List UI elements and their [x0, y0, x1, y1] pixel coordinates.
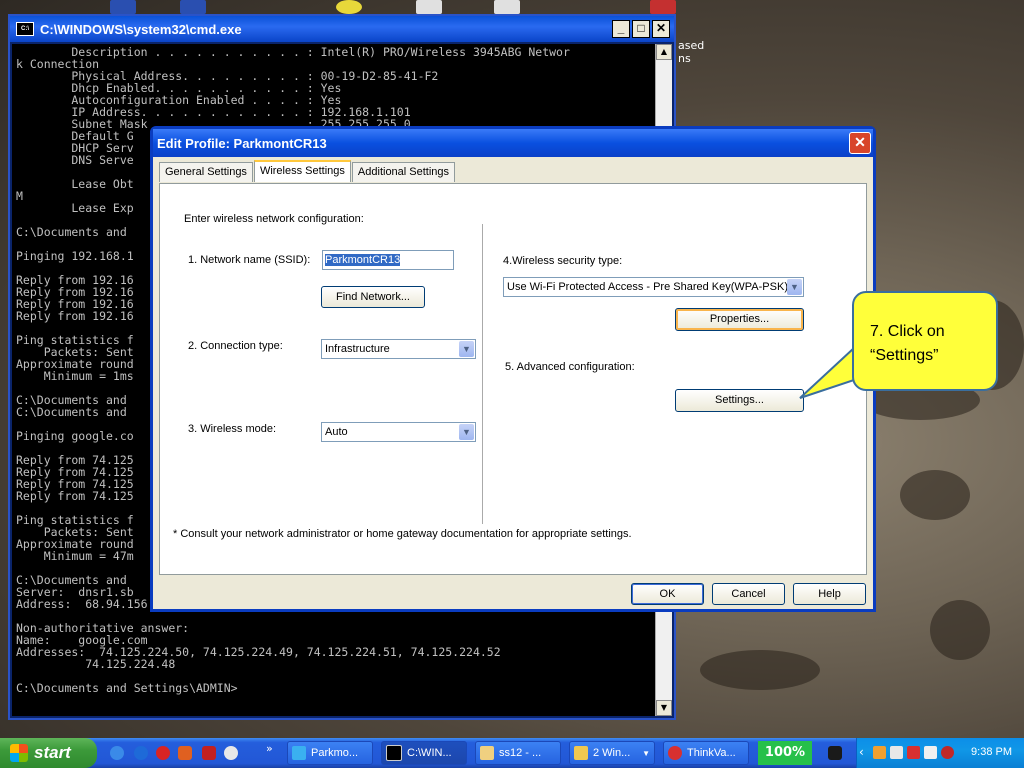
instruction-callout: 7. Click on “Settings”	[852, 291, 998, 391]
security-shield-icon[interactable]	[941, 746, 954, 759]
tray-icon[interactable]	[924, 746, 937, 759]
desktop-icon[interactable]	[110, 0, 136, 14]
tray-icon[interactable]	[890, 746, 903, 759]
acrobat-icon[interactable]	[202, 746, 216, 760]
windows-logo-icon	[10, 744, 28, 762]
start-label: start	[34, 743, 71, 762]
find-network-button[interactable]: Find Network...	[321, 286, 425, 308]
connection-type-select[interactable]: Infrastructure ▼	[321, 339, 476, 359]
wireless-settings-panel: Enter wireless network configuration: 1.…	[159, 183, 867, 575]
ssid-input[interactable]: ParkmontCR13	[322, 250, 454, 270]
desktop-icon[interactable]	[180, 0, 206, 14]
cmd-icon: C:\	[16, 22, 34, 36]
wireless-mode-label: 3. Wireless mode:	[188, 423, 277, 435]
security-type-label: 4.Wireless security type:	[503, 255, 623, 267]
ok-button[interactable]: OK	[631, 583, 704, 605]
taskbar: start » Parkmo... C:\WIN... ss12 - ... 2…	[0, 738, 1024, 768]
network-icon	[292, 746, 306, 760]
chevron-down-icon[interactable]: ▼	[459, 341, 474, 357]
desktop-text: ns	[678, 52, 691, 65]
dialog-titlebar[interactable]: Edit Profile: ParkmontCR13 ✕	[153, 129, 873, 157]
callout-line-1: 7. Click on	[870, 323, 945, 340]
minimize-button[interactable]: _	[612, 20, 630, 38]
task-label: ThinkVa...	[687, 747, 736, 759]
ie-icon[interactable]	[110, 746, 124, 760]
cmd-titlebar[interactable]: C:\ C:\WINDOWS\system32\cmd.exe _ □ ✕	[10, 16, 674, 42]
dialog-title: Edit Profile: ParkmontCR13	[157, 135, 327, 151]
paint-icon	[480, 746, 494, 760]
clock-app-icon[interactable]	[156, 746, 170, 760]
app-icon[interactable]	[178, 746, 192, 760]
desktop-icon[interactable]	[494, 0, 520, 14]
cmd-icon	[386, 745, 402, 761]
media-icon[interactable]	[224, 746, 238, 760]
desktop-text: ased	[678, 39, 705, 52]
callout-line-2: “Settings”	[870, 347, 939, 364]
tray-icon[interactable]	[873, 746, 886, 759]
task-label: Parkmo...	[311, 747, 359, 759]
wireless-mode-value: Auto	[325, 426, 348, 438]
tab-general-settings[interactable]: General Settings	[159, 162, 253, 182]
task-ss12[interactable]: ss12 - ...	[475, 741, 561, 765]
task-parkmont[interactable]: Parkmo...	[287, 741, 373, 765]
vertical-divider	[482, 224, 483, 524]
settings-button[interactable]: Settings...	[675, 389, 804, 412]
tab-wireless-settings[interactable]: Wireless Settings	[253, 160, 351, 182]
start-button[interactable]: start	[0, 738, 97, 768]
task-label: C:\WIN...	[407, 747, 452, 759]
folder-icon	[574, 746, 588, 760]
scroll-up-icon[interactable]: ▲	[656, 44, 672, 60]
intro-label: Enter wireless network configuration:	[184, 213, 364, 225]
edit-profile-dialog: Edit Profile: ParkmontCR13 ✕ General Set…	[150, 126, 876, 612]
dialog-close-button[interactable]: ✕	[849, 132, 871, 154]
zoom-indicator[interactable]: 100%	[758, 741, 812, 765]
task-windows-group[interactable]: 2 Win... ▼	[569, 741, 655, 765]
scroll-down-icon[interactable]: ▼	[656, 700, 672, 716]
system-tray: ‹ 9:38 PM	[856, 738, 1024, 768]
clock[interactable]: 9:38 PM	[971, 746, 1012, 758]
quicklaunch-more-icon[interactable]: »	[266, 742, 273, 755]
task-cmd[interactable]: C:\WIN...	[381, 741, 467, 765]
desktop-icon[interactable]	[416, 0, 442, 14]
browser-icon[interactable]	[134, 746, 148, 760]
ssid-label: 1. Network name (SSID):	[188, 254, 311, 266]
tray-expand-icon[interactable]: ‹	[859, 745, 864, 759]
tab-strip: General Settings Wireless Settings Addit…	[159, 160, 456, 182]
thinkvantage-icon	[668, 746, 682, 760]
chevron-down-icon: ▼	[642, 748, 650, 758]
advanced-config-label: 5. Advanced configuration:	[505, 361, 635, 373]
chevron-down-icon[interactable]: ▼	[787, 279, 802, 295]
cancel-button[interactable]: Cancel	[712, 583, 785, 605]
wireless-mode-select[interactable]: Auto ▼	[321, 422, 476, 442]
connection-type-value: Infrastructure	[325, 343, 390, 355]
chevron-down-icon[interactable]: ▼	[459, 424, 474, 440]
maximize-button[interactable]: □	[632, 20, 650, 38]
security-type-select[interactable]: Use Wi-Fi Protected Access - Pre Shared …	[503, 277, 804, 297]
task-label: 2 Win...	[593, 747, 631, 759]
ssid-value: ParkmontCR13	[325, 254, 401, 266]
desktop-icon[interactable]	[336, 0, 362, 14]
tab-additional-settings[interactable]: Additional Settings	[351, 162, 456, 182]
footnote: * Consult your network administrator or …	[173, 528, 632, 540]
tray-icon[interactable]	[907, 746, 920, 759]
connection-type-label: 2. Connection type:	[188, 340, 283, 352]
cmd-title: C:\WINDOWS\system32\cmd.exe	[40, 21, 242, 37]
task-thinkvantage[interactable]: ThinkVa...	[663, 741, 749, 765]
task-label: ss12 - ...	[499, 747, 542, 759]
desktop-icon[interactable]	[650, 0, 676, 14]
close-button[interactable]: ✕	[652, 20, 670, 38]
help-button[interactable]: Help	[793, 583, 866, 605]
power-icon[interactable]	[828, 746, 842, 760]
properties-button[interactable]: Properties...	[675, 308, 804, 331]
security-type-value: Use Wi-Fi Protected Access - Pre Shared …	[507, 281, 788, 293]
